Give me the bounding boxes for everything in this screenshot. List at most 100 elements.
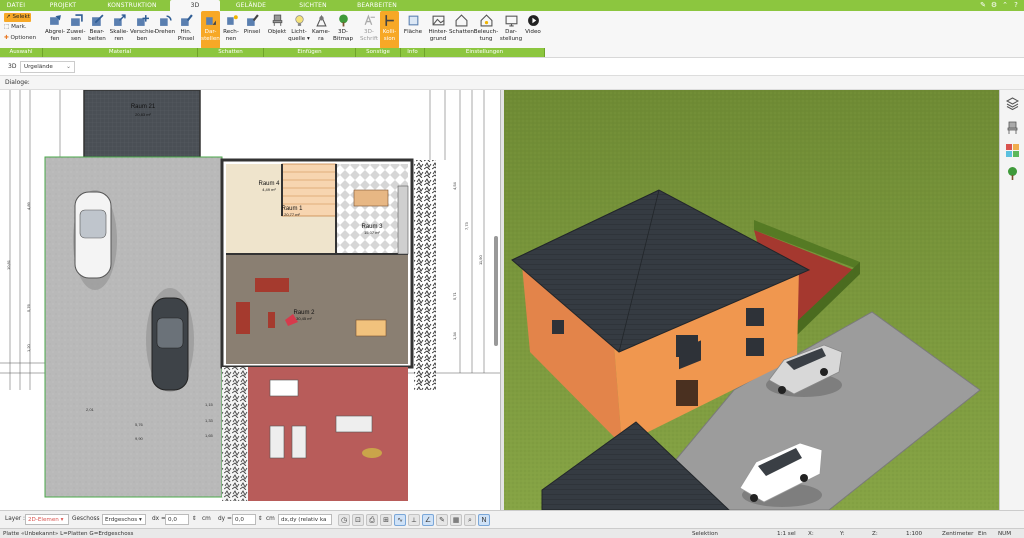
zuweisen-button[interactable]: Zuwei-sen bbox=[66, 11, 86, 49]
status-x: X: bbox=[808, 531, 814, 537]
curve-icon[interactable]: ∿ bbox=[394, 514, 406, 526]
dimension-label: 5,71 bbox=[452, 291, 457, 300]
measure-icon[interactable]: ⟂ bbox=[408, 514, 420, 526]
kollision-button[interactable]: Kolli-sion bbox=[380, 11, 399, 49]
chair-icon[interactable] bbox=[1005, 120, 1020, 135]
dimension-label: 5,76 bbox=[135, 422, 144, 427]
ribbon: ➚ Selekt ⬚ Mark. ✚ Optionen Abgrei-fen Z… bbox=[0, 11, 1024, 58]
tab-bearbeiten[interactable]: BEARBEITEN bbox=[344, 0, 410, 11]
north-icon[interactable]: N bbox=[478, 514, 490, 526]
snap-icon[interactable]: ⊡ bbox=[352, 514, 364, 526]
dimension-label: 11,90 bbox=[478, 255, 483, 265]
floor-plan-canvas[interactable]: Raum 21 20,83 m² Raum 4 4,49 m² Raum 1 2… bbox=[0, 90, 500, 510]
einst-schatten-button[interactable]: Schatten bbox=[449, 11, 474, 49]
hintergrund-button[interactable]: Hinter-grund bbox=[427, 11, 449, 49]
flaeche-button[interactable]: Fläche bbox=[403, 11, 423, 49]
bulb-icon bbox=[294, 15, 304, 26]
tab-projekt[interactable]: PROJEKT bbox=[32, 0, 94, 11]
house-light-icon bbox=[480, 14, 492, 27]
lichtquelle-button[interactable]: Licht-quelle ▾ bbox=[288, 11, 310, 49]
3d-canvas[interactable] bbox=[504, 90, 999, 510]
clock-icon[interactable]: ◷ bbox=[338, 514, 350, 526]
status-sel-count: 1:1 sel bbox=[777, 531, 796, 537]
car-top-view[interactable] bbox=[146, 288, 194, 392]
assign-icon bbox=[70, 14, 83, 26]
tools-icon[interactable]: ✎ bbox=[979, 1, 987, 9]
geschoss-label: Geschoss : bbox=[72, 516, 104, 522]
dy-unit: cm bbox=[266, 516, 275, 522]
group-info: Info bbox=[401, 48, 425, 57]
settings-icon[interactable]: ⚙ bbox=[990, 1, 998, 9]
table-icon[interactable]: ▦ bbox=[450, 514, 462, 526]
grid-icon[interactable]: ⊞ bbox=[380, 514, 392, 526]
group-sonstige: Sonstige bbox=[356, 48, 401, 57]
dx-input[interactable]: 0,0 bbox=[165, 514, 189, 525]
tab-3d[interactable]: 3D bbox=[170, 0, 220, 11]
scale-icon bbox=[113, 14, 126, 26]
dx-stepper[interactable]: ⇕ bbox=[192, 516, 197, 522]
materials-icon[interactable] bbox=[1005, 143, 1020, 158]
3d-bitmap-button[interactable]: 3D- Bitmap bbox=[332, 11, 354, 49]
garage-roof[interactable] bbox=[84, 90, 200, 166]
tree-icon[interactable] bbox=[1005, 166, 1020, 181]
tab-konstruktion[interactable]: KONSTRUKTION bbox=[94, 0, 170, 11]
3d-schrift-button[interactable]: 3D- Schrift bbox=[359, 11, 379, 49]
tab-sichten[interactable]: SICHTEN bbox=[282, 0, 344, 11]
layer-dropdown[interactable]: 2D-Elemen ▾ bbox=[25, 514, 69, 525]
dimension-label: 4,54 bbox=[452, 181, 457, 190]
driveway[interactable] bbox=[44, 156, 223, 498]
video-button[interactable]: Video bbox=[523, 11, 543, 49]
mark-button[interactable]: ⬚ Mark. bbox=[4, 24, 27, 30]
schatten-rechnen-button[interactable]: Rech-nen bbox=[221, 11, 241, 49]
hin-pinsel-button[interactable]: Hin. Pinsel bbox=[176, 11, 196, 49]
room-area: 4,49 m² bbox=[262, 187, 276, 192]
hedge[interactable] bbox=[414, 160, 436, 390]
chevron-up-icon[interactable]: ⌃ bbox=[1001, 1, 1009, 9]
schatten-darstellen-button[interactable]: Dar-stellen bbox=[201, 11, 220, 49]
darstellung-button[interactable]: Dar-stellung bbox=[499, 11, 523, 49]
chevron-down-icon: ▾ bbox=[138, 517, 142, 523]
drehen-button[interactable]: Drehen bbox=[154, 11, 176, 49]
car-top-view[interactable] bbox=[73, 190, 117, 290]
layer-select[interactable]: Urgelände ⌄ bbox=[20, 61, 75, 73]
room-floor[interactable] bbox=[226, 254, 408, 364]
help-icon[interactable]: ? bbox=[1012, 1, 1020, 9]
plan-scrollbar[interactable] bbox=[494, 236, 498, 346]
floor-plan-view[interactable]: Raum 21 20,83 m² Raum 4 4,49 m² Raum 1 2… bbox=[0, 90, 500, 510]
room-label: Raum 21 bbox=[131, 104, 156, 110]
tree-icon bbox=[338, 14, 348, 27]
geschoss-dropdown[interactable]: Erdgeschos ▾ bbox=[102, 514, 146, 525]
pen-icon[interactable]: ✎ bbox=[436, 514, 448, 526]
dropdown-arrow-icon[interactable]: ▾ bbox=[305, 36, 310, 42]
zoom-icon[interactable]: ⌕ bbox=[464, 514, 476, 526]
verschieben-button[interactable]: Verschie-ben bbox=[130, 11, 156, 49]
3d-view[interactable] bbox=[504, 90, 999, 510]
group-einstellungen: Einstellungen bbox=[425, 48, 545, 57]
dimension-label: 9,90 bbox=[135, 436, 144, 441]
bearbeiten-button[interactable]: Bear-beiten bbox=[86, 11, 108, 49]
tab-gelaende[interactable]: GELÄNDE bbox=[220, 0, 282, 11]
view-mode-label: 3D bbox=[8, 63, 17, 70]
angle-icon[interactable]: ∠ bbox=[422, 514, 434, 526]
beleuchtung-button[interactable]: Beleuch-tung bbox=[473, 11, 499, 49]
dy-label: dy = bbox=[218, 516, 232, 522]
room-floor[interactable] bbox=[336, 164, 408, 254]
kamera-button[interactable]: Kame-ra bbox=[311, 11, 331, 49]
dimension-label: 1,34 bbox=[452, 331, 457, 340]
dy-stepper[interactable]: ⇕ bbox=[258, 516, 263, 522]
dimension-label: 4,89 bbox=[26, 201, 31, 210]
options-button[interactable]: ✚ Optionen bbox=[4, 35, 36, 41]
dy-input[interactable]: 0,0 bbox=[232, 514, 256, 525]
3d-text-icon bbox=[364, 14, 375, 26]
print-icon[interactable]: ⎙ bbox=[366, 514, 378, 526]
skalieren-button[interactable]: Skalie-ren bbox=[108, 11, 130, 49]
abgreifen-button[interactable]: Abgrei-fen bbox=[44, 11, 66, 49]
tab-datei[interactable]: DATEI bbox=[0, 0, 32, 11]
landscape-icon bbox=[432, 15, 444, 26]
schatten-pinsel-button[interactable]: Pinsel bbox=[242, 11, 262, 49]
coordinate-mode-select[interactable]: dx,dy (relativ ka bbox=[278, 514, 332, 525]
objekt-button[interactable]: Objekt bbox=[266, 11, 288, 49]
select-button[interactable]: ➚ Selekt bbox=[4, 13, 31, 22]
hedge[interactable] bbox=[222, 367, 248, 501]
layers-icon[interactable] bbox=[1005, 96, 1020, 111]
